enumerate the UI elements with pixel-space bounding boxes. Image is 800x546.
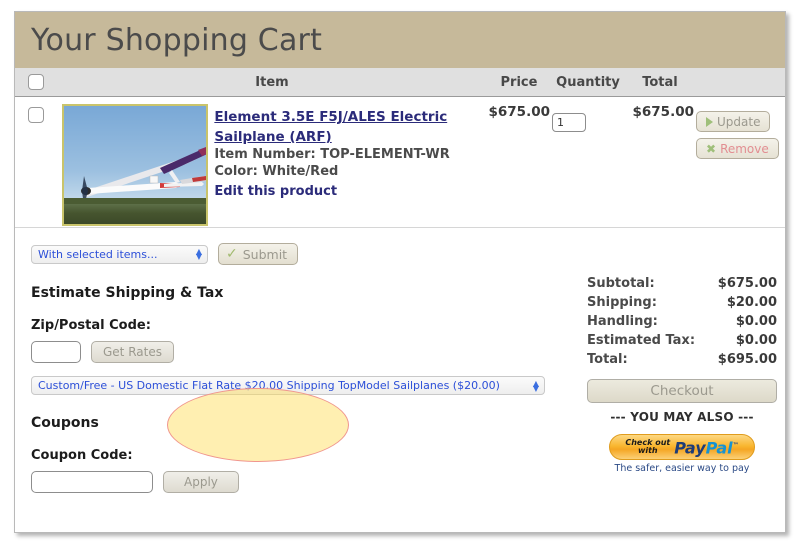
summary-value: $20.00: [726, 295, 777, 310]
get-rates-button[interactable]: Get Rates: [91, 341, 174, 363]
product-item-number: Item Number: TOP-ELEMENT-WR: [214, 147, 450, 162]
summary-row-subtotal: Subtotal: $675.00: [587, 274, 777, 293]
chevron-updown-icon: ▲ ▼: [532, 378, 539, 393]
product-title-link[interactable]: Element 3.5E F5J/ALES Electric Sailplane…: [214, 109, 447, 145]
summary-value: $0.00: [735, 314, 777, 329]
checkmark-icon: ✓: [226, 246, 238, 262]
update-button-label: Update: [717, 114, 761, 129]
summary-value: $675.00: [717, 276, 777, 291]
summary-label: Handling:: [587, 314, 658, 329]
product-color: Color: White/Red: [214, 164, 339, 179]
edit-product-link[interactable]: Edit this product: [214, 183, 337, 200]
order-summary: Subtotal: $675.00 Shipping: $20.00 Handl…: [587, 274, 777, 474]
paypal-section: Check out with PayPal™ The safer, easier…: [587, 430, 777, 474]
paypal-checkout-text: Check out with: [625, 439, 670, 455]
get-rates-label: Get Rates: [103, 345, 162, 359]
row-item-cell: Element 3.5E F5J/ALES Electric Sailplane…: [57, 96, 487, 228]
summary-row-handling: Handling: $0.00: [587, 312, 777, 331]
column-header-quantity: Quantity: [551, 68, 625, 97]
paypal-pay-text: Pay: [674, 438, 706, 458]
summary-label: Estimated Tax:: [587, 333, 696, 348]
remove-button-label: Remove: [720, 141, 769, 156]
summary-label: Total:: [587, 352, 628, 367]
item-details: Element 3.5E F5J/ALES Electric Sailplane…: [208, 104, 486, 200]
paypal-checkout-button[interactable]: Check out with PayPal™: [609, 434, 755, 460]
quantity-input[interactable]: [552, 113, 586, 132]
play-triangle-icon: [706, 116, 713, 127]
summary-row-total: Total: $695.00: [587, 350, 777, 369]
apply-coupon-button[interactable]: Apply: [163, 471, 239, 493]
coupon-code-input[interactable]: [31, 471, 153, 493]
checkout-button[interactable]: Checkout: [587, 379, 777, 403]
page-title: Your Shopping Cart: [31, 22, 323, 58]
select-all-checkbox[interactable]: [28, 74, 44, 90]
column-header-actions: [695, 68, 785, 97]
column-header-total: Total: [625, 68, 695, 97]
select-all-header: [15, 68, 57, 97]
paypal-logo: PayPal™: [674, 438, 738, 456]
you-may-also-text: --- YOU MAY ALSO ---: [610, 410, 754, 424]
submit-button-label: Submit: [242, 246, 288, 262]
row-actions-cell: Update ✖ Remove: [695, 96, 785, 228]
paypal-with-label: with: [637, 446, 658, 455]
summary-row-estimated-tax: Estimated Tax: $0.00: [587, 331, 777, 350]
remove-button[interactable]: ✖ Remove: [696, 138, 779, 159]
summary-value: $695.00: [717, 352, 777, 367]
checkout-button-label: Checkout: [650, 383, 714, 399]
row-quantity-cell: [551, 96, 625, 228]
row-select-checkbox[interactable]: [28, 106, 44, 123]
row-total: $675.00: [625, 96, 695, 228]
paypal-pal-text: Pal: [705, 438, 733, 458]
submit-button[interactable]: ✓ Submit: [218, 243, 299, 265]
summary-label: Subtotal:: [587, 276, 655, 291]
zip-input[interactable]: [31, 341, 81, 363]
cart-title-bar: Your Shopping Cart: [15, 12, 785, 68]
summary-value: $0.00: [735, 333, 777, 348]
shipping-method-select[interactable]: Custom/Free - US Domestic Flat Rate $20.…: [31, 376, 545, 395]
trademark-icon: ™: [732, 441, 739, 449]
paypal-tagline: The safer, easier way to pay: [614, 463, 750, 474]
table-row: Element 3.5E F5J/ALES Electric Sailplane…: [15, 96, 785, 228]
coupon-row: Apply: [31, 471, 769, 493]
product-thumbnail-sailplane[interactable]: [62, 104, 209, 226]
bulk-actions-row: With selected items... ▲ ▼ ✓ Submit: [31, 243, 769, 265]
column-header-price: Price: [487, 68, 551, 97]
row-price: $675.00: [487, 96, 551, 228]
ground: [64, 204, 207, 224]
chevron-updown-icon: ▲ ▼: [195, 247, 202, 261]
update-button[interactable]: Update: [696, 111, 771, 132]
summary-label: Shipping:: [587, 295, 657, 310]
with-selected-items-value: With selected items...: [38, 247, 158, 261]
remove-cross-icon: ✖: [706, 141, 717, 156]
with-selected-items-select[interactable]: With selected items... ▲ ▼: [31, 244, 208, 264]
summary-row-shipping: Shipping: $20.00: [587, 293, 777, 312]
cart-page-frame: Your Shopping Cart Item Price Quantity T…: [14, 11, 786, 533]
apply-coupon-label: Apply: [184, 475, 218, 489]
cart-table-header-row: Item Price Quantity Total: [15, 68, 785, 97]
shipping-method-value: Custom/Free - US Domestic Flat Rate $20.…: [38, 379, 500, 392]
row-select-cell: [15, 96, 57, 228]
cart-table: Item Price Quantity Total Element 3.5E F…: [15, 68, 785, 228]
column-header-item: Item: [57, 68, 487, 97]
